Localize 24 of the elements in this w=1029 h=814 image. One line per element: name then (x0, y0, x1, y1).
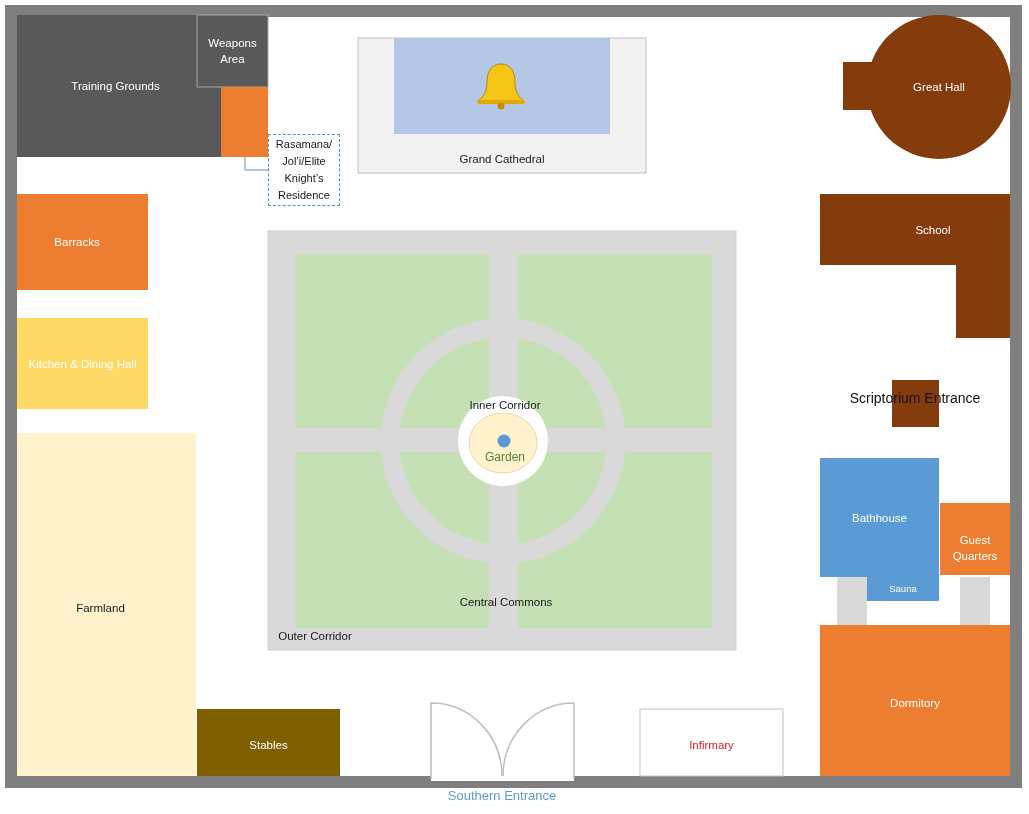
area-label: Dormitory (890, 696, 940, 711)
area-label: Infirmary (689, 738, 734, 753)
area-label: Farmland (76, 601, 125, 616)
area-label: School (915, 222, 951, 238)
area-label: Bathhouse (852, 510, 907, 526)
area-label: Sauna (889, 582, 917, 596)
entrance-label: Southern Entrance (447, 788, 557, 804)
area-label: Kitchen & Dining Hall (28, 356, 137, 372)
corridor-label: Inner Corridor (469, 398, 541, 413)
bell-icon (477, 63, 525, 110)
walkway (837, 577, 867, 625)
area-label: Stables (249, 738, 288, 753)
area-label: Guest Quarters (951, 533, 999, 564)
area-label: Training Grounds (71, 79, 160, 94)
area-label: Grand Cathedral (459, 152, 545, 167)
commons-label: Central Commons (459, 595, 553, 610)
callout-label: Rasamana/ Jol’i/Elite Knight’s Residence (268, 134, 340, 206)
area-label: Great Hall (913, 80, 965, 95)
corridor-label: Outer Corridor (278, 629, 352, 644)
area-label: Barracks (54, 235, 100, 250)
area-label: Weapons Area (207, 36, 258, 67)
garden-label: Garden (485, 449, 525, 465)
leader-line (244, 156, 269, 171)
walkway (960, 577, 990, 625)
